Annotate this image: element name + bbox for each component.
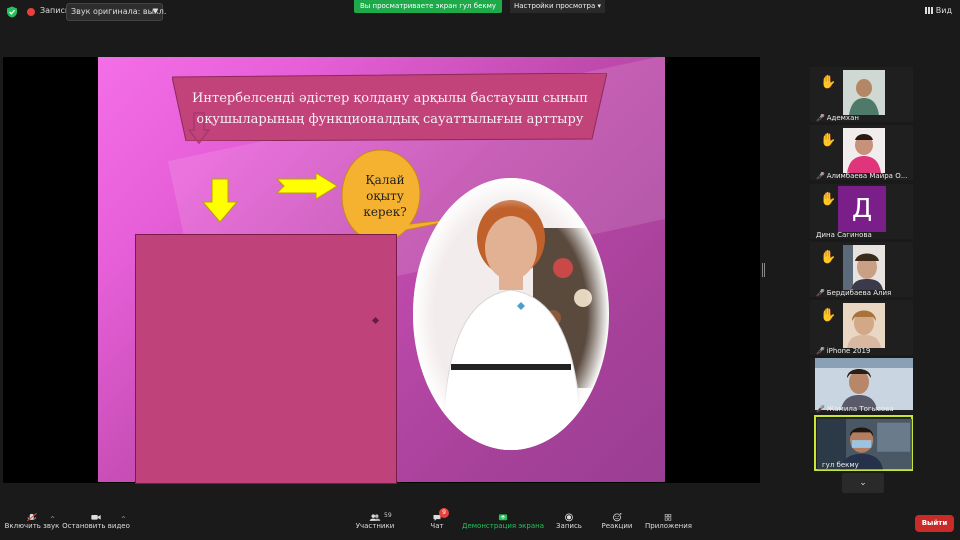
stop-video-button[interactable]: Остановить видео xyxy=(62,498,130,540)
grid-view-icon xyxy=(924,7,933,14)
participant-name: 🎤̸ Жамила Тогысова xyxy=(816,405,894,413)
chat-button[interactable]: Чат xyxy=(425,498,449,540)
record-dot-icon xyxy=(27,8,35,16)
video-options-caret-icon[interactable]: ^ xyxy=(121,516,126,523)
participant-tile[interactable]: ✋ 🎤̸ Адемхан xyxy=(810,67,913,122)
muted-mic-icon: 🎤̸ xyxy=(816,114,825,122)
leave-meeting-button[interactable]: Выйти xyxy=(915,515,954,532)
unmute-label: Включить звук xyxy=(4,522,60,530)
screen-share-banner: Вы просматриваете экран гул бекму xyxy=(354,0,502,13)
participant-name: 🎤̸ Бердибаева Алия xyxy=(816,289,892,297)
slide-content-box xyxy=(135,234,397,484)
participant-video xyxy=(843,70,885,115)
raised-hand-icon: ✋ xyxy=(820,133,837,148)
participant-video xyxy=(843,245,885,290)
participant-tile[interactable]: ✋ 🎤̸ iPhone 2019 xyxy=(810,300,913,355)
muted-mic-icon: 🎤̸ xyxy=(816,405,825,413)
apps-button[interactable]: Приложения xyxy=(645,498,692,540)
participant-tile[interactable]: ✋ Д Дина Сагинова xyxy=(810,184,913,239)
participants-label: Участники xyxy=(355,522,395,530)
participant-name: Дина Сагинова xyxy=(816,231,872,239)
apps-icon xyxy=(664,514,672,521)
view-button[interactable]: Вид xyxy=(924,6,952,15)
chat-label: Чат xyxy=(430,522,444,530)
chevron-down-icon: ⌄ xyxy=(859,478,867,488)
participant-name: 🎤̸ Алимбаева Майра О... xyxy=(816,172,908,180)
arrow-down-icon xyxy=(202,178,238,223)
participant-name: гул бекму xyxy=(822,461,859,469)
reactions-label: Реакции xyxy=(601,522,633,530)
chevron-down-icon: ▾ xyxy=(597,2,602,10)
meeting-toolbar: Включить звук ^ Остановить видео ^ Участ… xyxy=(0,498,960,540)
video-camera-icon xyxy=(91,515,101,520)
arrow-right-icon xyxy=(276,172,338,200)
participants-button[interactable]: Участники xyxy=(355,498,395,540)
speech-bubble-text: Қалай оқыту керек? xyxy=(363,173,407,219)
chat-unread-badge: 9 xyxy=(439,508,449,518)
slide-title: Интербелсенді әдістер қолдану арқылы бас… xyxy=(192,91,588,127)
share-screen-label: Демонстрация экрана xyxy=(462,522,544,530)
reactions-button[interactable]: Реакции xyxy=(600,498,634,540)
muted-mic-icon: 🎤̸ xyxy=(816,289,825,297)
raised-hand-icon: ✋ xyxy=(820,192,837,207)
scroll-down-button[interactable]: ⌄ xyxy=(842,473,884,493)
raised-hand-icon: ✋ xyxy=(820,308,837,323)
zoom-window: Запись Звук оригинала: выкл. ▼ Вы просма… xyxy=(0,0,960,540)
apps-label: Приложения xyxy=(645,522,692,530)
record-label: Запись xyxy=(556,522,582,530)
participant-tile[interactable]: 🎤̸ Жамила Тогысова xyxy=(810,358,913,413)
teacher-portrait xyxy=(413,178,609,450)
arrow-down-outline-icon xyxy=(188,112,210,144)
top-bar: Запись Звук оригинала: выкл. ▼ Вы просма… xyxy=(0,0,960,24)
raised-hand-icon: ✋ xyxy=(820,75,837,90)
participant-tile[interactable]: ✋ 🎤̸ Бердибаева Алия xyxy=(810,242,913,297)
muted-mic-icon: 🎤̸ xyxy=(816,347,825,355)
participant-tile[interactable]: ✋ 🎤̸ Алимбаева Майра О... xyxy=(810,125,913,180)
marker-dot xyxy=(371,316,380,325)
participant-name: 🎤̸ iPhone 2019 xyxy=(816,347,871,355)
record-icon xyxy=(565,513,573,522)
original-sound-dropdown[interactable]: Звук оригинала: выкл. ▼ xyxy=(66,3,166,21)
share-screen-button[interactable]: Демонстрация экрана xyxy=(462,498,544,540)
shield-icon[interactable] xyxy=(6,6,18,18)
raised-hand-icon: ✋ xyxy=(820,250,837,265)
view-settings-label: Настройки просмотра xyxy=(513,2,596,10)
chevron-down-icon: ▼ xyxy=(152,7,158,15)
participant-name: 🎤̸ Адемхан xyxy=(816,114,859,122)
audio-options-caret-icon[interactable]: ^ xyxy=(50,516,55,523)
view-label: Вид xyxy=(935,6,952,15)
view-settings-button[interactable]: Настройки просмотра ▾ xyxy=(510,0,605,13)
participant-video xyxy=(843,128,885,173)
avatar: Д xyxy=(838,186,886,232)
muted-mic-icon: 🎤̸ xyxy=(816,172,825,180)
participant-video xyxy=(843,303,885,348)
record-button[interactable]: Запись xyxy=(552,498,586,540)
participant-video xyxy=(815,358,913,410)
stop-video-label: Остановить видео xyxy=(62,522,130,530)
participant-tile-active-speaker[interactable]: гул бекму xyxy=(814,415,913,471)
participants-count: 59 xyxy=(384,512,392,519)
panel-resize-handle[interactable] xyxy=(762,263,765,277)
share-screen-icon xyxy=(498,514,508,521)
smiley-icon xyxy=(613,512,622,522)
